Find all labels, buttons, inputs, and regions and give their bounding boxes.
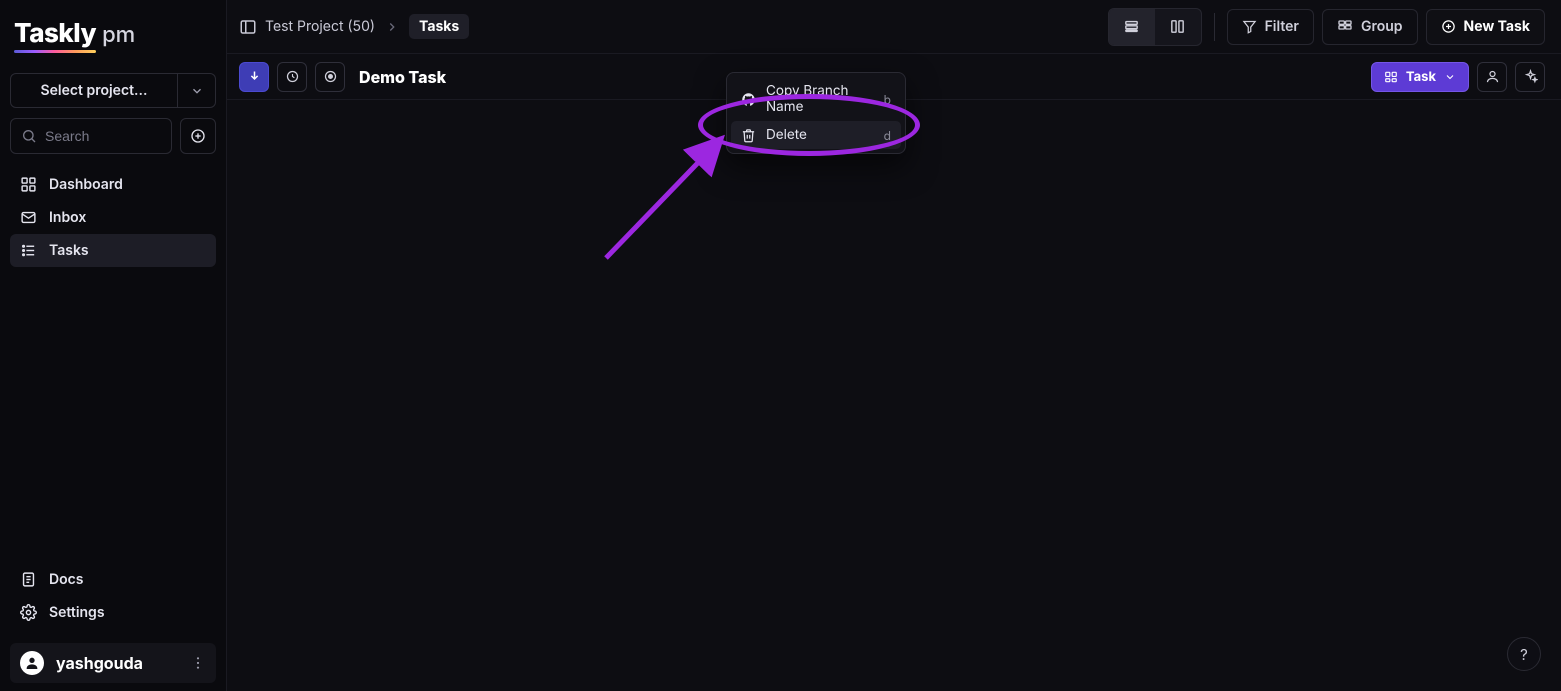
more-icon[interactable] bbox=[190, 655, 206, 671]
tasks-icon bbox=[20, 242, 37, 259]
inbox-icon bbox=[20, 209, 37, 226]
nav-item-label: Settings bbox=[49, 604, 105, 621]
task-type-icon bbox=[1384, 70, 1398, 84]
nav-item-label: Inbox bbox=[49, 209, 86, 226]
board-view-button[interactable] bbox=[1155, 9, 1201, 45]
project-select[interactable]: Select project... bbox=[10, 73, 216, 108]
context-item-label: Copy Branch Name bbox=[766, 83, 874, 115]
trash-icon bbox=[741, 128, 756, 143]
help-button[interactable]: ? bbox=[1507, 637, 1541, 671]
context-item-label: Delete bbox=[766, 127, 807, 143]
task-title: Demo Task bbox=[359, 67, 446, 87]
task-type-button[interactable]: Task bbox=[1371, 62, 1469, 92]
chevron-down-icon[interactable] bbox=[178, 73, 216, 108]
nav-item-settings[interactable]: Settings bbox=[10, 596, 216, 629]
nav-item-docs[interactable]: Docs bbox=[10, 563, 216, 596]
project-select-label[interactable]: Select project... bbox=[10, 73, 178, 108]
help-label: ? bbox=[1520, 645, 1528, 664]
user-menu[interactable]: yashgouda bbox=[10, 643, 216, 683]
new-task-label: New Task bbox=[1464, 18, 1530, 35]
user-name: yashgouda bbox=[56, 653, 178, 673]
nav-item-inbox[interactable]: Inbox bbox=[10, 201, 216, 234]
chevron-down-icon bbox=[1444, 71, 1456, 83]
search-input[interactable] bbox=[10, 118, 172, 154]
group-label: Group bbox=[1361, 18, 1403, 35]
main-nav: Dashboard Inbox Tasks bbox=[0, 164, 226, 271]
status-button[interactable] bbox=[277, 62, 307, 92]
plus-circle-icon bbox=[1441, 19, 1456, 34]
nav-item-tasks[interactable]: Tasks bbox=[10, 234, 216, 267]
dashboard-icon bbox=[20, 176, 37, 193]
nav-item-dashboard[interactable]: Dashboard bbox=[10, 168, 216, 201]
context-menu: Copy Branch Name b Delete d bbox=[726, 72, 906, 154]
filter-button[interactable]: Filter bbox=[1227, 9, 1314, 45]
add-button[interactable] bbox=[180, 118, 216, 154]
topbar: Test Project (50) Tasks Fi bbox=[227, 0, 1561, 54]
logo-main: Taskly bbox=[14, 18, 96, 49]
sparkle-button[interactable] bbox=[1515, 62, 1545, 92]
new-task-button[interactable]: New Task bbox=[1426, 9, 1545, 45]
view-toggle bbox=[1108, 8, 1202, 46]
context-item-shortcut: b bbox=[884, 92, 891, 107]
app-logo: Taskly pm bbox=[0, 8, 226, 59]
panel-toggle-icon[interactable] bbox=[239, 18, 257, 36]
breadcrumb: Test Project (50) Tasks bbox=[265, 14, 469, 39]
nav-item-label: Tasks bbox=[49, 242, 89, 259]
sidebar: Taskly pm Select project... bbox=[0, 0, 226, 691]
docs-icon bbox=[20, 571, 37, 588]
chevron-right-icon bbox=[385, 20, 399, 34]
task-type-label: Task bbox=[1406, 69, 1436, 85]
logo-sub: pm bbox=[102, 22, 135, 48]
filter-label: Filter bbox=[1265, 18, 1299, 35]
record-button[interactable] bbox=[315, 62, 345, 92]
context-menu-copy-branch[interactable]: Copy Branch Name b bbox=[731, 77, 901, 121]
breadcrumb-project[interactable]: Test Project (50) bbox=[265, 18, 375, 35]
assignee-button[interactable] bbox=[1477, 62, 1507, 92]
bottom-nav: Docs Settings bbox=[0, 559, 226, 639]
search-field[interactable] bbox=[45, 128, 161, 144]
list-view-button[interactable] bbox=[1109, 9, 1155, 45]
search-icon bbox=[21, 128, 37, 144]
group-icon bbox=[1337, 19, 1353, 35]
filter-icon bbox=[1242, 19, 1257, 34]
github-icon bbox=[741, 92, 756, 107]
breadcrumb-current[interactable]: Tasks bbox=[409, 14, 469, 39]
gear-icon bbox=[20, 604, 37, 621]
context-menu-delete[interactable]: Delete d bbox=[731, 121, 901, 149]
context-item-shortcut: d bbox=[884, 128, 891, 143]
avatar-icon bbox=[20, 651, 44, 675]
main-panel: Test Project (50) Tasks Fi bbox=[226, 0, 1561, 691]
nav-item-label: Dashboard bbox=[49, 176, 123, 193]
group-button[interactable]: Group bbox=[1322, 9, 1418, 45]
priority-button[interactable] bbox=[239, 62, 269, 92]
nav-item-label: Docs bbox=[49, 571, 83, 588]
